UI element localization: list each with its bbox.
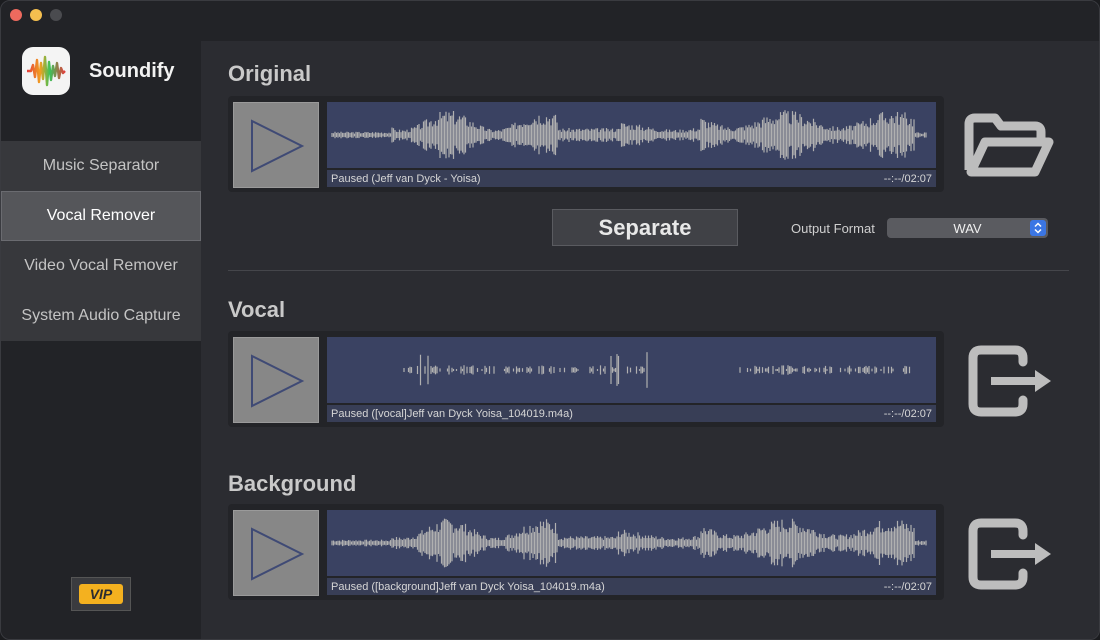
main-panel: Original Paused (Jeff van Dyck - Yoisa) …: [201, 41, 1099, 639]
original-status-bar: Paused (Jeff van Dyck - Yoisa) --:--/02:…: [327, 170, 936, 187]
maximize-window-button[interactable]: [50, 9, 62, 21]
export-vocal-button[interactable]: [961, 338, 1057, 424]
background-player: Paused ([background]Jeff van Dyck Yoisa_…: [228, 504, 944, 600]
original-waveform-graphic: [331, 110, 927, 160]
sidebar-item-system-audio-capture[interactable]: System Audio Capture: [1, 291, 201, 341]
original-title: Original: [228, 61, 312, 86]
vocal-status-text: Paused ([vocal]Jeff van Dyck Yoisa_10401…: [331, 407, 573, 420]
original-play-button[interactable]: [233, 102, 319, 188]
brand: Soundify: [22, 47, 175, 95]
vip-button[interactable]: VIP: [71, 577, 131, 611]
section-divider: [228, 270, 1069, 271]
output-format-value: WAV: [953, 220, 982, 236]
export-icon: [968, 518, 1051, 590]
sidebar: Soundify Music Separator Vocal Remover V…: [1, 29, 201, 639]
open-file-button[interactable]: [961, 104, 1057, 190]
separate-button[interactable]: Separate: [552, 209, 738, 246]
background-waveform[interactable]: [327, 510, 936, 576]
app-window: Soundify Music Separator Vocal Remover V…: [0, 0, 1100, 640]
app-name: Soundify: [89, 59, 175, 82]
play-icon: [251, 527, 305, 581]
background-title: Background: [228, 471, 357, 496]
output-format-select[interactable]: WAV: [887, 218, 1048, 238]
vocal-waveform[interactable]: [327, 337, 936, 403]
original-time: --:--/02:07: [883, 172, 932, 185]
export-icon: [968, 345, 1051, 417]
output-format-label: Output Format: [791, 221, 875, 236]
play-icon: [251, 354, 305, 408]
close-window-button[interactable]: [10, 9, 22, 21]
waveform-app-icon: [22, 47, 70, 95]
vocal-waveform-graphic: [403, 352, 911, 388]
minimize-window-button[interactable]: [30, 9, 42, 21]
original-waveform[interactable]: [327, 102, 936, 168]
chevron-up-down-icon: [1030, 220, 1046, 236]
play-icon: [251, 119, 305, 173]
vocal-status-bar: Paused ([vocal]Jeff van Dyck Yoisa_10401…: [327, 405, 936, 422]
background-waveform-graphic: [331, 518, 927, 568]
background-play-button[interactable]: [233, 510, 319, 596]
original-status-text: Paused (Jeff van Dyck - Yoisa): [331, 172, 481, 185]
sidebar-item-vocal-remover[interactable]: Vocal Remover: [1, 191, 201, 241]
sidebar-item-music-separator[interactable]: Music Separator: [1, 141, 201, 191]
export-background-button[interactable]: [961, 511, 1057, 597]
background-status-text: Paused ([background]Jeff van Dyck Yoisa_…: [331, 580, 605, 593]
background-status-bar: Paused ([background]Jeff van Dyck Yoisa_…: [327, 578, 936, 595]
vip-badge: VIP: [79, 584, 123, 604]
vocal-player: Paused ([vocal]Jeff van Dyck Yoisa_10401…: [228, 331, 944, 427]
folder-open-icon: [964, 113, 1054, 177]
original-player: Paused (Jeff van Dyck - Yoisa) --:--/02:…: [228, 96, 944, 192]
sidebar-item-video-vocal-remover[interactable]: Video Vocal Remover: [1, 241, 201, 291]
sidebar-nav: Music Separator Vocal Remover Video Voca…: [1, 141, 201, 341]
vocal-play-button[interactable]: [233, 337, 319, 423]
vocal-title: Vocal: [228, 297, 286, 322]
vocal-time: --:--/02:07: [883, 407, 932, 420]
background-time: --:--/02:07: [883, 580, 932, 593]
